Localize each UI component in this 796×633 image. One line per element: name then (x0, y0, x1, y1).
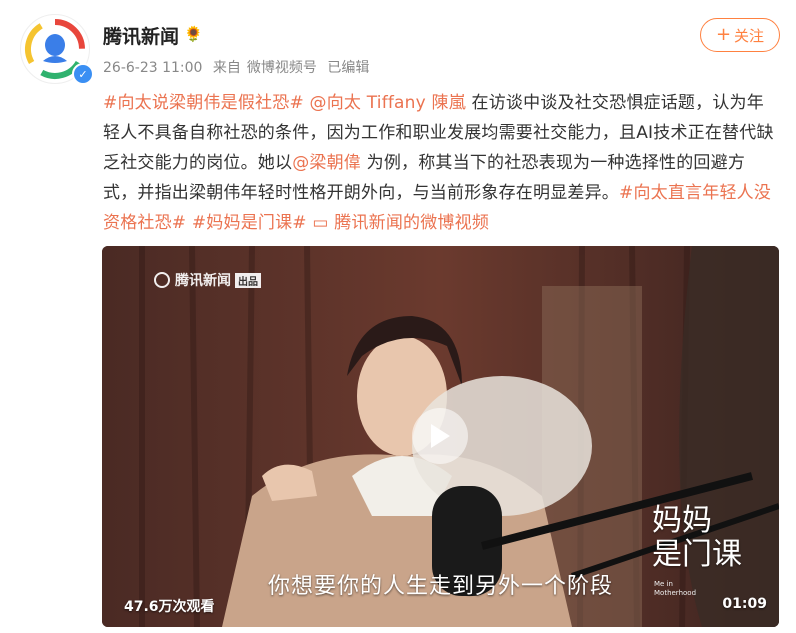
follow-button[interactable]: + 关注 (700, 18, 780, 52)
hashtag-link[interactable]: #向太说梁朝伟是假社恐# (103, 93, 304, 113)
post-source[interactable]: 微博视频号 (247, 60, 317, 76)
post-date[interactable]: 26-6-23 11:00 (103, 60, 202, 76)
tencent-news-icon (154, 272, 170, 288)
edited-label[interactable]: 已编辑 (327, 60, 369, 76)
video-player[interactable]: 腾讯新闻 出品 妈妈 是门课 Me in Motherhood 你想要你的人生走… (102, 246, 779, 627)
video-link-icon: ▭ (312, 213, 329, 233)
sunflower-badge-icon: 🌻 (184, 25, 203, 43)
play-icon (431, 424, 450, 448)
hashtag-link[interactable]: #妈妈是门课# (192, 213, 307, 233)
brand-sub: 出品 (235, 272, 261, 288)
source-prefix: 来自 (212, 60, 241, 76)
brand-name: 腾讯新闻 (175, 273, 231, 289)
view-count: 47.6万次观看 (124, 599, 215, 615)
post-text: #向太说梁朝伟是假社恐# @向太 Tiffany 陳嵐 在访谈中谈及社交恐惧症话… (103, 88, 778, 238)
video-brand: 腾讯新闻 出品 (154, 270, 261, 290)
show-logo: 妈妈 是门课 (652, 504, 742, 572)
show-logo-line1: 妈妈 (652, 503, 712, 538)
video-link[interactable]: ▭ 腾讯新闻的微博视频 (312, 213, 489, 233)
post-meta: 26-6-23 11:00 来自 微博视频号 已编辑 (103, 57, 375, 77)
plus-icon: + (715, 24, 732, 45)
play-button[interactable] (412, 408, 468, 464)
follow-label: 关注 (734, 26, 765, 45)
video-link-label: 腾讯新闻的微博视频 (334, 213, 490, 233)
author-name[interactable]: 腾讯新闻 (103, 22, 179, 49)
show-logo-line2: 是门课 (652, 537, 742, 572)
mention-link[interactable]: @梁朝偉 (292, 153, 361, 173)
verified-badge-icon: ✓ (72, 63, 94, 85)
video-duration: 01:09 (722, 596, 767, 612)
mention-link[interactable]: @向太 Tiffany 陳嵐 (310, 93, 466, 113)
